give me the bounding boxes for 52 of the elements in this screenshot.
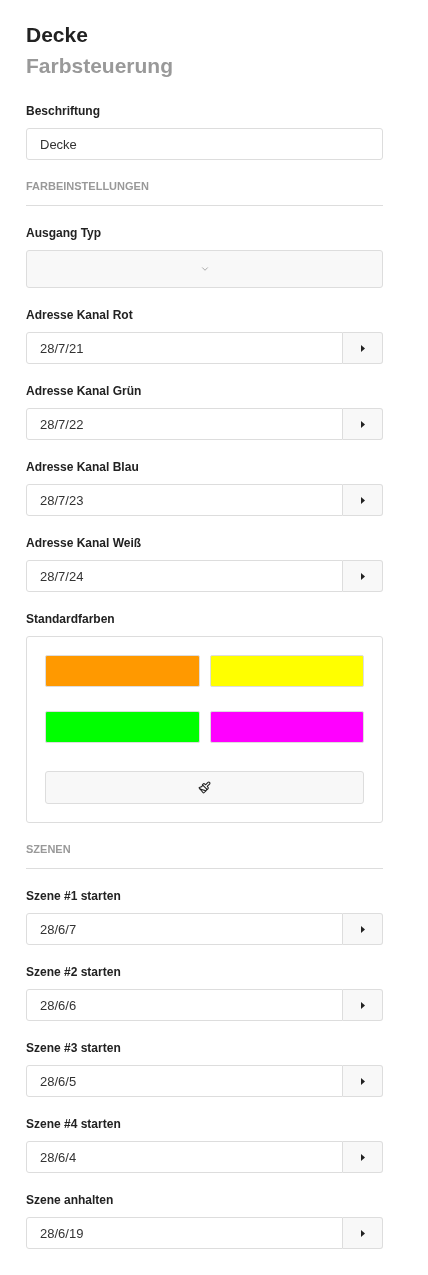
send-button[interactable] [343, 484, 383, 516]
caret-right-icon [360, 496, 365, 504]
caret-right-icon [360, 925, 365, 933]
address-field[interactable]: 28/7/23 [26, 484, 343, 516]
caret-right-icon [360, 1229, 365, 1237]
caret-right-icon [360, 420, 365, 428]
send-button[interactable] [343, 913, 383, 945]
page-title: Decke [26, 22, 89, 48]
field-label: Adresse Kanal Rot [26, 307, 134, 323]
field-label: Szene #3 starten [26, 1040, 122, 1056]
paint-button[interactable] [45, 771, 364, 804]
address-field[interactable]: 28/6/6 [26, 989, 343, 1021]
address-field[interactable]: 28/7/24 [26, 560, 343, 592]
color-swatch[interactable] [209, 655, 364, 687]
caret-right-icon [360, 1001, 365, 1009]
caret-right-icon [360, 344, 365, 352]
chevron-down-icon [199, 264, 210, 274]
dropdown-select[interactable] [26, 250, 383, 288]
address-field[interactable]: 28/7/22 [26, 408, 343, 440]
address-field[interactable]: 28/6/7 [26, 913, 343, 945]
send-button[interactable] [343, 989, 383, 1021]
send-button[interactable] [343, 332, 383, 364]
field-label: Adresse Kanal Weiß [26, 535, 143, 551]
field-label: Beschriftung [26, 103, 101, 119]
address-field[interactable]: 28/6/4 [26, 1141, 343, 1173]
field-label: Ausgang Typ [26, 225, 103, 241]
paintbrush-icon [198, 781, 211, 794]
send-button[interactable] [343, 408, 383, 440]
address-field[interactable]: 28/6/19 [26, 1217, 343, 1249]
address-field[interactable]: 28/7/21 [26, 332, 343, 364]
send-button[interactable] [343, 1217, 383, 1249]
field-label: Szene anhalten [26, 1192, 115, 1208]
field-label: Adresse Kanal Grün [26, 383, 143, 399]
field-label: Standardfarben [26, 611, 116, 627]
section-heading: FARBEINSTELLUNGEN [26, 179, 150, 193]
caret-right-icon [360, 572, 365, 580]
field-label: Adresse Kanal Blau [26, 459, 140, 475]
field-label: Szene #2 starten [26, 964, 122, 980]
send-button[interactable] [343, 1065, 383, 1097]
color-swatch[interactable] [45, 711, 200, 743]
field-label: Szene #1 starten [26, 888, 122, 904]
color-swatch[interactable] [209, 711, 364, 743]
page-subtitle: Farbsteuerung [26, 53, 175, 79]
field-label: Szene #4 starten [26, 1116, 122, 1132]
caret-right-icon [360, 1153, 365, 1161]
text-field[interactable]: Decke [26, 128, 383, 160]
send-button[interactable] [343, 560, 383, 592]
send-button[interactable] [343, 1141, 383, 1173]
address-field[interactable]: 28/6/5 [26, 1065, 343, 1097]
caret-right-icon [360, 1077, 365, 1085]
section-heading: SZENEN [26, 842, 72, 856]
color-swatch[interactable] [45, 655, 200, 687]
